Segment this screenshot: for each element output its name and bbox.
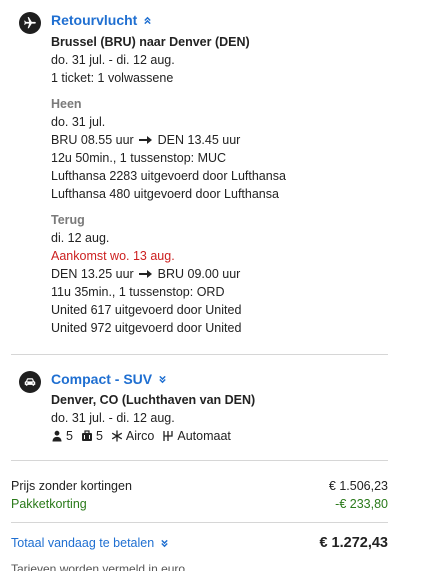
snowflake-icon (111, 430, 123, 442)
passengers-count: 5 (66, 429, 73, 443)
car-details: Denver, CO (Luchthaven van DEN) do. 31 j… (51, 391, 255, 445)
arrow-right-icon (139, 136, 153, 144)
return-label: Terug (51, 213, 85, 227)
return-times: DEN 13.25 uur BRU 09.00 uur (51, 265, 286, 283)
flight-tickets: 1 ticket: 1 volwassene (51, 71, 174, 85)
aircon-label: Airco (125, 429, 155, 443)
car-title-link[interactable]: Compact - SUV (51, 371, 152, 387)
base-price-label: Prijs zonder kortingen (11, 479, 132, 493)
total-toggle[interactable]: Totaal vandaag te betalen (11, 534, 169, 552)
total-amount: € 1.272,43 (319, 535, 388, 551)
return-duration: 11u 35min., 1 tussenstop: ORD (51, 285, 225, 299)
return-departure: DEN 13.25 uur (51, 267, 134, 281)
discount-label: Pakketkorting (11, 497, 87, 511)
flight-title-link[interactable]: Retourvlucht (51, 12, 137, 28)
outbound-departure: BRU 08.55 uur (51, 133, 134, 147)
car-amenities: 5 5 Airco Automaat (51, 427, 255, 445)
car-location: Denver, CO (Luchthaven van DEN) (51, 393, 256, 407)
luggage-icon (81, 430, 92, 441)
chevron-down-icon[interactable] (160, 539, 169, 548)
return-arrival-note: Aankomst wo. 13 aug. (51, 249, 175, 263)
total-label[interactable]: Totaal vandaag te betalen (11, 534, 154, 552)
outbound-arrival: DEN 13.45 uur (157, 133, 241, 147)
return-segment: United 617 uitgevoerd door United (51, 303, 242, 317)
car-dates: do. 31 jul. - di. 12 aug. (51, 411, 175, 425)
arrow-right-icon (139, 270, 153, 278)
outbound-segment: Lufthansa 2283 uitgevoerd door Lufthansa (51, 169, 286, 183)
base-price-value: € 1.506,23 (328, 479, 388, 493)
section-divider (11, 354, 388, 355)
section-divider (11, 522, 388, 523)
total-row: Totaal vandaag te betalen € 1.272,43 (11, 534, 388, 552)
currency-footnote: Tarieven worden vermeld in euro (11, 562, 186, 571)
transmission-label: Automaat (177, 429, 231, 443)
outbound-date: do. 31 jul. (51, 115, 106, 129)
outbound-times: BRU 08.55 uur DEN 13.45 uur (51, 131, 286, 149)
flight-dates: do. 31 jul. - di. 12 aug. (51, 53, 175, 67)
outbound-label: Heen (51, 97, 82, 111)
base-price-row: Prijs zonder kortingen € 1.506,23 (11, 477, 388, 495)
passengers-amenity: 5 (51, 427, 73, 445)
flight-details: Brussel (BRU) naar Denver (DEN) do. 31 j… (51, 33, 286, 337)
discount-value: -€ 233,80 (335, 497, 388, 511)
chevron-up-icon[interactable] (143, 16, 152, 25)
car-icon (19, 371, 41, 393)
discount-row: Pakketkorting -€ 233,80 (11, 495, 388, 513)
return-date: di. 12 aug. (51, 231, 110, 245)
aircon-amenity: Airco (111, 427, 154, 445)
section-divider (11, 460, 388, 461)
airplane-icon (19, 12, 41, 34)
flight-title-row[interactable]: Retourvlucht (51, 12, 152, 28)
chevron-down-icon[interactable] (158, 375, 167, 384)
outbound-segment: Lufthansa 480 uitgevoerd door Lufthansa (51, 187, 279, 201)
bags-amenity: 5 (81, 427, 103, 445)
gearshift-icon (163, 431, 174, 441)
return-arrival: BRU 09.00 uur (157, 267, 241, 281)
transmission-amenity: Automaat (162, 427, 231, 445)
outbound-duration: 12u 50min., 1 tussenstop: MUC (51, 151, 227, 165)
car-title-row[interactable]: Compact - SUV (51, 371, 167, 387)
bags-count: 5 (95, 429, 103, 443)
person-icon (52, 430, 62, 442)
flight-route: Brussel (BRU) naar Denver (DEN) (51, 35, 250, 49)
return-segment: United 972 uitgevoerd door United (51, 321, 242, 335)
